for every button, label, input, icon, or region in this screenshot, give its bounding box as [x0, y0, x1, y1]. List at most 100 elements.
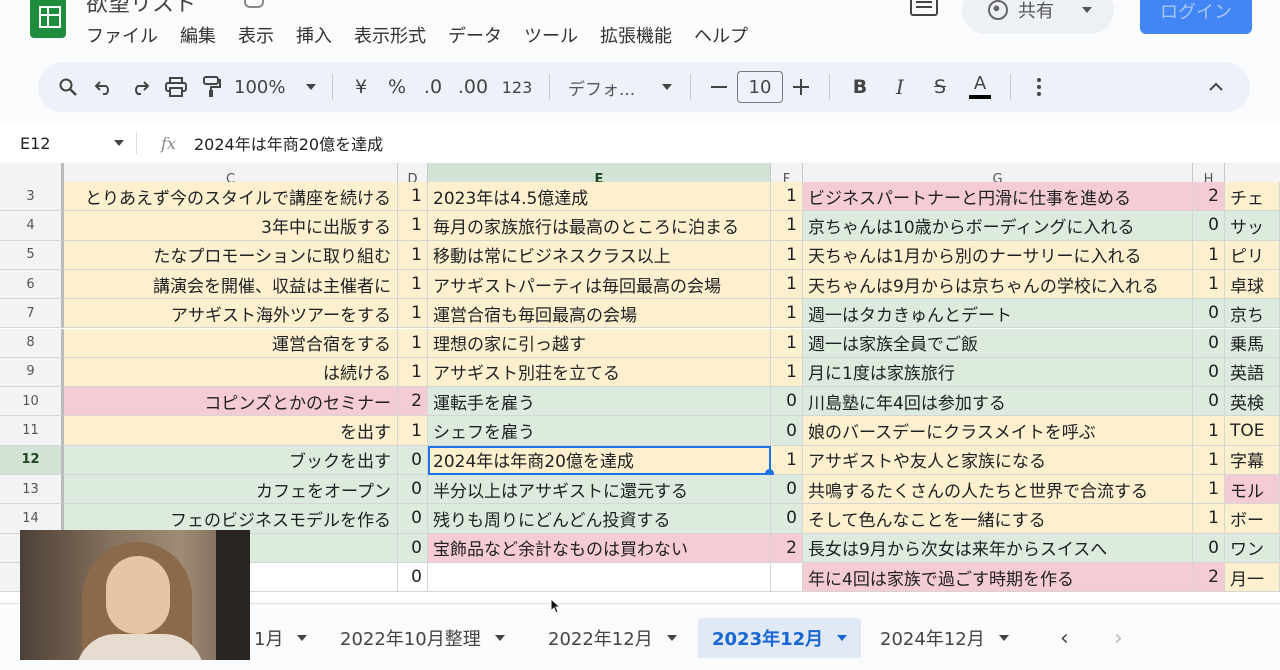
cell-g[interactable]: 長女は9月から次女は来年からスイスへ: [803, 533, 1193, 563]
row-header[interactable]: 13: [0, 475, 64, 505]
cell-g[interactable]: アサギストや友人と家族になる: [803, 445, 1193, 475]
cell-g[interactable]: そして色んなことを一緒にする: [803, 504, 1193, 534]
cell-f[interactable]: 0: [771, 475, 803, 505]
cell-i[interactable]: ボー: [1225, 504, 1280, 534]
cell-g[interactable]: 娘のバースデーにクラスメイトを呼ぶ: [803, 416, 1193, 446]
cell-c[interactable]: コピンズとかのセミナー: [64, 387, 398, 417]
cell-e[interactable]: 運営合宿も毎回最高の会場: [428, 299, 771, 329]
cell-d[interactable]: 1: [398, 416, 428, 446]
cell-i[interactable]: ワン: [1225, 533, 1280, 563]
cell-d[interactable]: 0: [398, 445, 428, 475]
font-size-field[interactable]: 10: [737, 70, 783, 104]
cell-h[interactable]: 0: [1193, 328, 1225, 358]
cell-e[interactable]: 2024年は年商20億を達成: [428, 445, 771, 475]
cell-h[interactable]: 1: [1193, 475, 1225, 505]
cell-g[interactable]: 共鳴するたくさんの人たちと世界で合流する: [803, 475, 1193, 505]
row-header[interactable]: 11: [0, 416, 64, 446]
cell-f[interactable]: 1: [771, 299, 803, 329]
undo-icon[interactable]: [86, 70, 122, 104]
cell-d[interactable]: 0: [398, 562, 428, 593]
cell-g[interactable]: 月に1度は家族旅行: [803, 357, 1193, 388]
bold-button[interactable]: B: [840, 70, 880, 104]
cell-e[interactable]: 理想の家に引っ越す: [428, 328, 771, 358]
paint-format-icon[interactable]: [194, 70, 230, 104]
strikethrough-button[interactable]: S: [920, 70, 960, 104]
cell-i[interactable]: サッ: [1225, 211, 1280, 241]
cell-e[interactable]: アサギストパーティは毎回最高の会場: [428, 269, 771, 300]
cell-i[interactable]: 京ち: [1225, 299, 1280, 329]
cell-c[interactable]: 運営合宿をする: [64, 328, 398, 358]
cell-e[interactable]: シェフを雇う: [428, 416, 771, 446]
row-header[interactable]: 6: [0, 269, 64, 300]
zoom-select[interactable]: 100%: [230, 70, 322, 104]
cell-c[interactable]: たなプロモーションに取り組む: [64, 240, 398, 270]
cell-f[interactable]: 1: [771, 357, 803, 388]
cell-h[interactable]: 1: [1193, 445, 1225, 475]
row-header[interactable]: 9: [0, 357, 64, 388]
currency-format-button[interactable]: ¥: [343, 70, 379, 104]
cell-g[interactable]: 天ちゃんは1月から別のナーサリーに入れる: [803, 240, 1193, 270]
cell-e[interactable]: 毎月の家族旅行は最高のところに泊まる: [428, 211, 771, 241]
comment-icon[interactable]: [910, 0, 938, 16]
cell-e[interactable]: 半分以上はアサギストに還元する: [428, 475, 771, 505]
chevron-left-icon[interactable]: ‹: [1060, 626, 1069, 651]
cell-h[interactable]: 1: [1193, 269, 1225, 300]
cell-g[interactable]: 週一はタカきゅんとデート: [803, 299, 1193, 329]
menu-tools[interactable]: ツール: [524, 22, 578, 48]
row-header[interactable]: 12: [0, 445, 64, 475]
cell-g[interactable]: 週一は家族全員でご飯: [803, 328, 1193, 358]
cell-c[interactable]: アサギスト海外ツアーをする: [64, 299, 398, 329]
menu-help[interactable]: ヘルプ: [694, 22, 748, 48]
text-color-button[interactable]: A: [960, 70, 1000, 104]
cell-i[interactable]: 乗馬: [1225, 328, 1280, 358]
cell-e[interactable]: 宝飾品など余計なものは買わない: [428, 533, 771, 563]
cell-d[interactable]: 0: [398, 533, 428, 563]
cell-f[interactable]: 2: [771, 533, 803, 563]
cell-e[interactable]: 移動は常にビジネスクラス以上: [428, 240, 771, 270]
sheet-tab[interactable]: 2024年12月: [866, 618, 1023, 658]
cell-i[interactable]: 卓球: [1225, 269, 1280, 300]
cell-f[interactable]: 1: [771, 269, 803, 300]
cell-d[interactable]: 1: [398, 328, 428, 358]
cell-d[interactable]: 1: [398, 299, 428, 329]
print-icon[interactable]: [158, 70, 194, 104]
cell-c[interactable]: ブックを出す: [64, 445, 398, 475]
cell-d[interactable]: 1: [398, 357, 428, 388]
document-title[interactable]: 欲望リスト: [86, 0, 196, 18]
cell-e[interactable]: 運転手を雇う: [428, 387, 771, 417]
row-header[interactable]: 7: [0, 299, 64, 329]
menu-data[interactable]: データ: [448, 22, 502, 48]
menu-edit[interactable]: 編集: [180, 22, 216, 48]
font-size-decrease-icon[interactable]: [701, 70, 737, 104]
cell-d[interactable]: 2: [398, 387, 428, 417]
sheet-tab[interactable]: 2022年12月: [534, 618, 691, 658]
cell-g[interactable]: 年に4回は家族で過ごす時期を作る: [803, 562, 1193, 593]
cell-c[interactable]: 講演会を開催、収益は主催者に: [64, 269, 398, 300]
cell-h[interactable]: 2: [1193, 562, 1225, 593]
cell-g[interactable]: 川島塾に年4回は参加する: [803, 387, 1193, 417]
cell-c[interactable]: を出す: [64, 416, 398, 446]
increase-decimal-button[interactable]: .00: [451, 70, 495, 104]
menu-file[interactable]: ファイル: [86, 22, 158, 48]
decrease-decimal-button[interactable]: .0: [415, 70, 451, 104]
search-icon[interactable]: [50, 70, 86, 104]
menu-view[interactable]: 表示: [238, 22, 274, 48]
move-to-folder-icon[interactable]: [244, 0, 264, 8]
cell-e[interactable]: アサギスト別荘を立てる: [428, 357, 771, 388]
cell-f[interactable]: 0: [771, 504, 803, 534]
cell-h[interactable]: 0: [1193, 211, 1225, 241]
cell-d[interactable]: 0: [398, 504, 428, 534]
cell-h[interactable]: 1: [1193, 416, 1225, 446]
cell-f[interactable]: 1: [771, 211, 803, 241]
cell-d[interactable]: 1: [398, 240, 428, 270]
chevron-right-icon[interactable]: ›: [1114, 626, 1123, 651]
percent-format-button[interactable]: %: [379, 70, 415, 104]
row-header[interactable]: 10: [0, 387, 64, 417]
cell-f[interactable]: 0: [771, 387, 803, 417]
sheet-tab-active[interactable]: 2023年12月: [698, 618, 862, 658]
cell-i[interactable]: 英語: [1225, 357, 1280, 388]
cell-c[interactable]: 3年中に出版する: [64, 211, 398, 241]
cell-d[interactable]: 1: [398, 211, 428, 241]
cell-f[interactable]: 1: [771, 445, 803, 475]
cell-g[interactable]: 京ちゃんは10歳からボーディングに入れる: [803, 211, 1193, 241]
